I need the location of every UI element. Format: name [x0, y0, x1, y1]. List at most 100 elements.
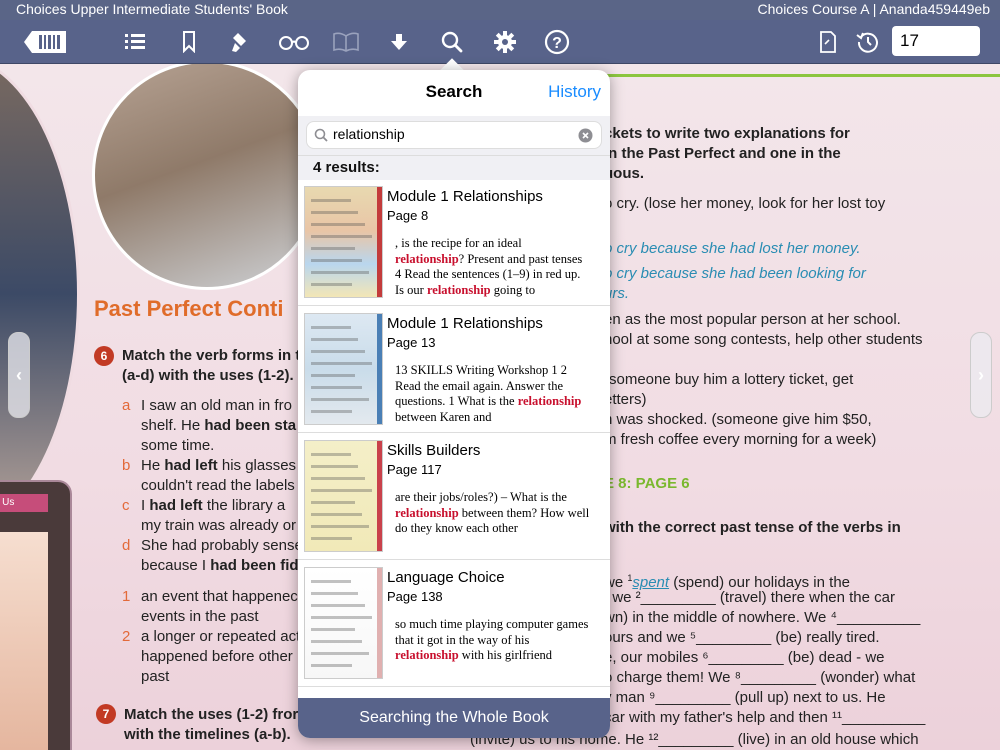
search-result-item[interactable]: Skills Builders Page 117 are their jobs/ro…: [298, 434, 610, 560]
item-text-line: couldn't read the labels: [141, 477, 295, 494]
illustration-photo: [92, 64, 322, 290]
chevron-left-icon: ‹: [16, 364, 22, 385]
settings-icon[interactable]: [489, 26, 521, 58]
search-field-icon: [314, 128, 328, 142]
exercise-7-instruction-2: with the timelines (a-b).: [124, 726, 291, 743]
answer-line-1: o cry because she had lost her money.: [604, 240, 861, 257]
history-icon[interactable]: [852, 26, 884, 58]
section-label: E 8: PAGE 6: [604, 475, 690, 492]
result-page: Page 138: [387, 589, 443, 604]
right-line-5: n was shocked. (someone give him $50,: [604, 411, 872, 428]
result-title: Module 1 Relationships: [387, 315, 543, 332]
right-intro-1: ckets to write two explanations for: [604, 125, 850, 142]
glasses-icon[interactable]: [276, 26, 312, 58]
exercise-7-instruction: Match the uses (1-2) fror: [124, 706, 299, 723]
book-title: Choices Upper Intermediate Students' Boo…: [16, 1, 288, 17]
item-text-line: shelf. He had been sta: [141, 417, 297, 434]
results-count: 4 results:: [298, 156, 610, 180]
highlighter-icon[interactable]: [225, 26, 257, 58]
result-title: Skills Builders: [387, 442, 481, 459]
search-popover: Search History 4 results: Module 1 Relat…: [298, 70, 610, 738]
item-marker: 2: [122, 628, 131, 645]
item-text-line: He had left his glasses: [141, 457, 297, 474]
phone-screen: [0, 532, 48, 750]
result-page: Page 117: [387, 462, 442, 477]
exercise-6-instruction-2: (a-d) with the uses (1-2).: [122, 367, 294, 384]
right-line-4: etters): [604, 391, 647, 408]
item-text-line: past: [141, 668, 170, 685]
item-text-line: an event that happenec: [141, 588, 298, 605]
toc-icon[interactable]: [119, 26, 151, 58]
item-marker: c: [122, 497, 130, 514]
search-input[interactable]: [333, 126, 573, 142]
paragraph-line-4: ours and we ⁵_________ (be) really tired…: [604, 629, 880, 646]
search-result-item[interactable]: Language Choice Page 138 so much time play…: [298, 561, 610, 687]
item-text-line: some time.: [141, 437, 215, 454]
clear-search-icon[interactable]: [578, 128, 593, 143]
right-line-6: m fresh coffee every morning for a week): [604, 431, 877, 448]
paragraph-line-2: , we ²_________ (travel) there when the …: [604, 589, 895, 606]
download-icon[interactable]: [383, 26, 415, 58]
status-bar: Choices Upper Intermediate Students' Boo…: [0, 0, 1000, 20]
exercise-7-badge: 7: [96, 704, 116, 724]
result-thumbnail: [304, 567, 383, 679]
chevron-right-icon: ›: [978, 364, 984, 385]
notes-icon[interactable]: [812, 26, 844, 58]
item-marker: a: [122, 397, 131, 414]
paragraph-line-6: o charge them! We ⁸_________ (wonder) wh…: [604, 669, 916, 686]
divider-rule: [604, 74, 1000, 77]
bookmark-icon[interactable]: [173, 26, 205, 58]
result-snippet: so much time playing computer games that…: [395, 617, 589, 662]
right-line-2: hool at some song contests, help other s…: [604, 331, 923, 348]
phone-badge: act Us: [0, 494, 48, 512]
item-text-line: I saw an old man in fro: [141, 397, 292, 414]
svg-text:?: ?: [552, 35, 562, 52]
item-marker: b: [122, 457, 131, 474]
result-title: Language Choice: [387, 569, 505, 586]
exercise-6-badge: 6: [94, 346, 114, 366]
paragraph-line-5: e, our mobiles ⁶_________ (be) dead - we: [604, 649, 885, 666]
paragraph-line-3: wn) in the middle of nowhere. We ⁴______…: [604, 609, 921, 626]
history-button[interactable]: History: [548, 82, 601, 102]
result-snippet: , is the recipe for an ideal relationshi…: [395, 236, 583, 297]
next-page-button[interactable]: ›: [970, 332, 992, 418]
right-intro-2: in the Past Perfect and one in the: [604, 145, 841, 162]
search-field[interactable]: [306, 121, 602, 149]
page-number-input[interactable]: [892, 26, 980, 56]
left-photo: [0, 64, 80, 534]
right-line-1: en as the most popular person at her sch…: [604, 311, 901, 328]
item-text-line: happened before other: [141, 648, 293, 665]
answer-line-2: o cry because she had been looking for: [604, 265, 866, 282]
search-scope-button[interactable]: Searching the Whole Book: [298, 698, 610, 738]
result-snippet: 13 SKILLS Writing Workshop 1 2 Read the …: [395, 363, 582, 424]
search-result-item[interactable]: Module 1 Relationships Page 13 13 SKILLS W…: [298, 307, 610, 433]
exercise-6-instruction: Match the verb forms in t: [122, 347, 301, 364]
toolbar: ?: [0, 20, 1000, 64]
search-icon[interactable]: [436, 26, 468, 58]
result-title: Module 1 Relationships: [387, 188, 543, 205]
item-marker: 1: [122, 588, 131, 605]
search-bar: [298, 116, 610, 156]
result-page: Page 8: [387, 208, 429, 223]
result-page: Page 13: [387, 335, 436, 350]
result-thumbnail: [304, 186, 383, 298]
item-text-line: I had left the library a: [141, 497, 286, 514]
search-result-item[interactable]: Module 1 Relationships Page 8 , is the rec…: [298, 180, 610, 306]
item-text-line: events in the past: [141, 608, 259, 625]
library-icon[interactable]: [22, 26, 70, 58]
result-thumbnail: [304, 440, 383, 552]
item-text-line: a longer or repeated act: [141, 628, 301, 645]
result-thumbnail: [304, 313, 383, 425]
item-marker: d: [122, 537, 131, 554]
right-line-ex1: o cry. (lose her money, look for her los…: [604, 195, 886, 212]
book-open-icon[interactable]: [330, 26, 362, 58]
item-text-line: because I had been fid: [141, 557, 299, 574]
help-icon[interactable]: ?: [541, 26, 573, 58]
phone-illustration: act Us: [0, 480, 72, 750]
section-heading: Past Perfect Conti: [94, 296, 284, 321]
course-user-label: Choices Course A | Ananda459449eb: [757, 1, 990, 17]
item-text-line: my train was already or: [141, 517, 297, 534]
result-snippet: are their jobs/roles?) – What is the rel…: [395, 490, 590, 535]
right-line-3: (someone buy him a lottery ticket, get: [604, 371, 854, 388]
previous-page-button[interactable]: ‹: [8, 332, 30, 418]
